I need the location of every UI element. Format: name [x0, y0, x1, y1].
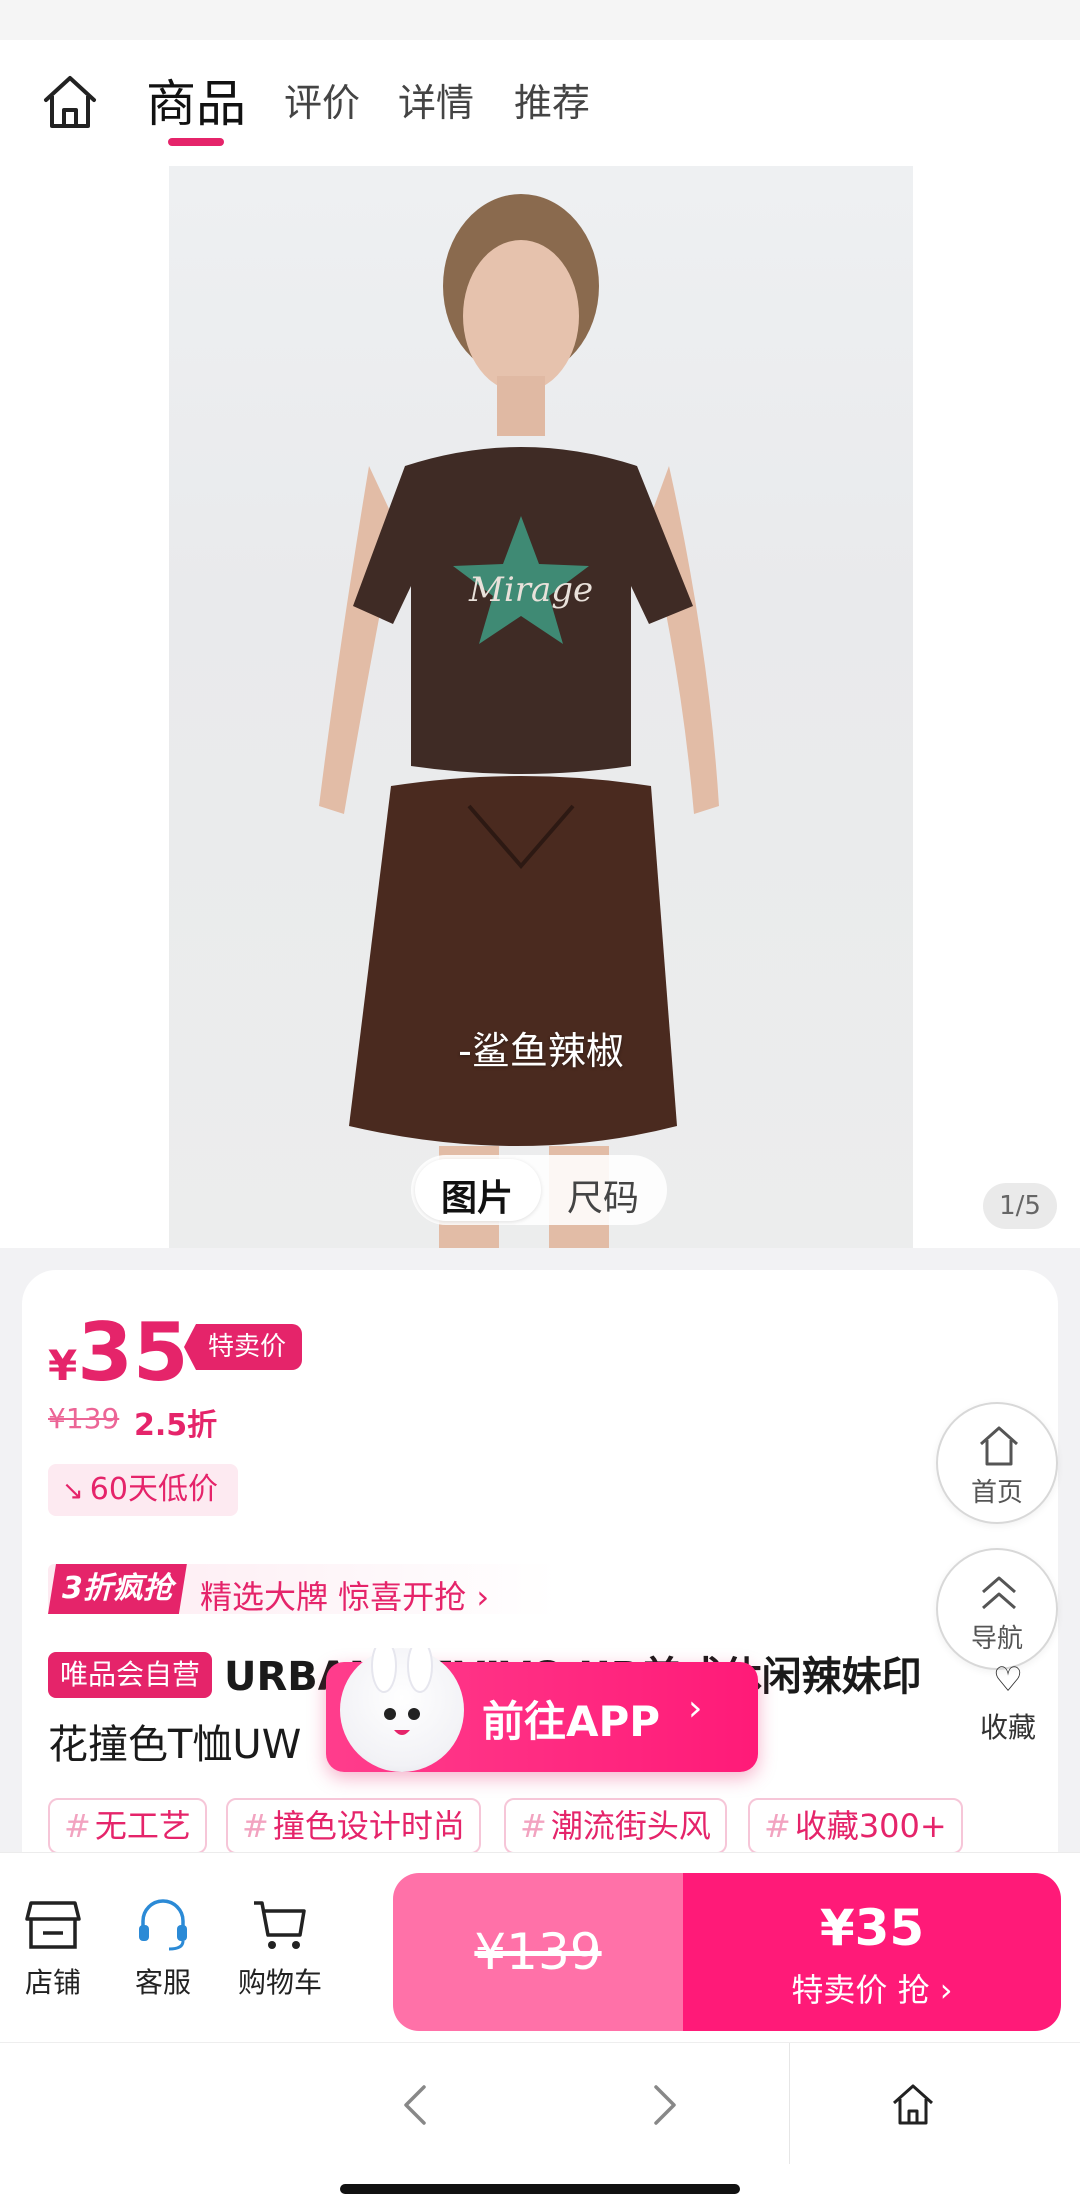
tab-recommend[interactable]: 推荐 [514, 72, 590, 127]
price-value: 35 [77, 1306, 189, 1399]
product-gallery[interactable]: Mirage -鲨鱼辣椒 [0, 166, 1080, 1248]
promo-text: 精选大牌 惊喜开抢 › [200, 1578, 490, 1616]
back-arrow-icon[interactable] [398, 2083, 434, 2127]
product-photo[interactable]: Mirage -鲨鱼辣椒 [169, 166, 913, 1248]
tab-details[interactable]: 详情 [398, 72, 474, 127]
favorite-button[interactable]: ♡ 收藏 [968, 1660, 1048, 1746]
promo-banner[interactable]: 3折疯抢 精选大牌 惊喜开抢 › [48, 1564, 558, 1616]
image-caption: -鲨鱼辣椒 [458, 1029, 624, 1073]
title-line-2: 花撞色T恤UW [48, 1722, 302, 1768]
promo-flag: 3折疯抢 [48, 1564, 187, 1614]
customer-service-button[interactable]: 客服 [118, 1897, 208, 2001]
float-nav-button[interactable]: 导航 [936, 1548, 1058, 1670]
nav-divider [789, 2043, 790, 2165]
forward-arrow-icon[interactable] [646, 2083, 682, 2127]
cart-icon [254, 1901, 306, 1949]
open-app-label: 前往APP [482, 1697, 661, 1746]
cart-button[interactable]: 购物车 [234, 1897, 326, 2001]
browser-home-icon[interactable] [890, 2081, 936, 2127]
tag-item[interactable]: # 无工艺 [48, 1798, 207, 1854]
bottom-action-bar: 店铺 客服 购物车 ¥139 ¥35 特卖价 抢 › [0, 1852, 1080, 2042]
toggle-photos[interactable]: 图片 [441, 1169, 513, 1221]
top-nav: 商品 评价 详情 推荐 [0, 40, 1080, 166]
sale-price-tag: 特卖价 [184, 1324, 303, 1370]
media-toggle[interactable]: 图片 尺码 [411, 1155, 667, 1225]
low-price-text: 60天低价 [89, 1472, 218, 1507]
status-bar [0, 0, 1080, 40]
open-app-banner[interactable]: 前往APP › [326, 1639, 758, 1772]
favorite-label: 收藏 [979, 1711, 1036, 1744]
service-label: 客服 [134, 1966, 191, 1999]
buy-subtext: 特卖价 抢 › [791, 1971, 953, 2009]
currency-symbol: ¥ [48, 1341, 78, 1390]
original-price-button[interactable]: ¥139 [393, 1873, 683, 2031]
tab-goods[interactable]: 商品 [146, 64, 246, 136]
original-price: ¥139 [48, 1402, 120, 1435]
gesture-handle[interactable] [340, 2184, 740, 2194]
store-icon [25, 1901, 81, 1949]
home-icon[interactable] [40, 72, 100, 132]
tag-item[interactable]: # 潮流街头风 [504, 1798, 727, 1854]
rabbit-mascot-icon [340, 1639, 464, 1772]
store-label: 店铺 [24, 1966, 81, 1999]
tag-item[interactable]: # 撞色设计时尚 [226, 1798, 481, 1854]
buy-button-group: ¥139 ¥35 特卖价 抢 › [393, 1873, 1061, 2031]
discount-label: 2.5折 [134, 1408, 218, 1443]
self-operated-badge: 唯品会自营 [48, 1652, 213, 1698]
buy-now-button[interactable]: ¥35 特卖价 抢 › [683, 1873, 1061, 2031]
float-nav-label: 导航 [970, 1624, 1023, 1654]
double-chevron-up-icon [982, 1576, 1016, 1610]
trend-down-icon: ↘ [62, 1476, 84, 1506]
store-button[interactable]: 店铺 [8, 1897, 98, 2001]
chevron-right-icon: › [688, 1688, 703, 1729]
sale-price: ¥35 [48, 1306, 189, 1399]
image-counter: 1/5 [983, 1183, 1057, 1229]
browser-nav-bar [0, 2042, 1080, 2165]
cart-label: 购物车 [237, 1966, 322, 1999]
headset-icon [139, 1899, 187, 1951]
toggle-size[interactable]: 尺码 [567, 1169, 639, 1221]
float-home-label: 首页 [970, 1478, 1023, 1508]
tag-item[interactable]: # 收藏300+ [748, 1798, 963, 1854]
low-price-badge: ↘ 60天低价 [48, 1464, 238, 1516]
tab-reviews[interactable]: 评价 [284, 72, 360, 127]
float-home-button[interactable]: 首页 [936, 1402, 1058, 1524]
home-outline-icon [980, 1426, 1018, 1466]
active-tab-indicator [168, 138, 224, 146]
heart-plus-icon: ♡ [992, 1660, 1024, 1700]
buy-price: ¥35 [819, 1899, 925, 1957]
svg-text:Mirage: Mirage [468, 570, 593, 610]
